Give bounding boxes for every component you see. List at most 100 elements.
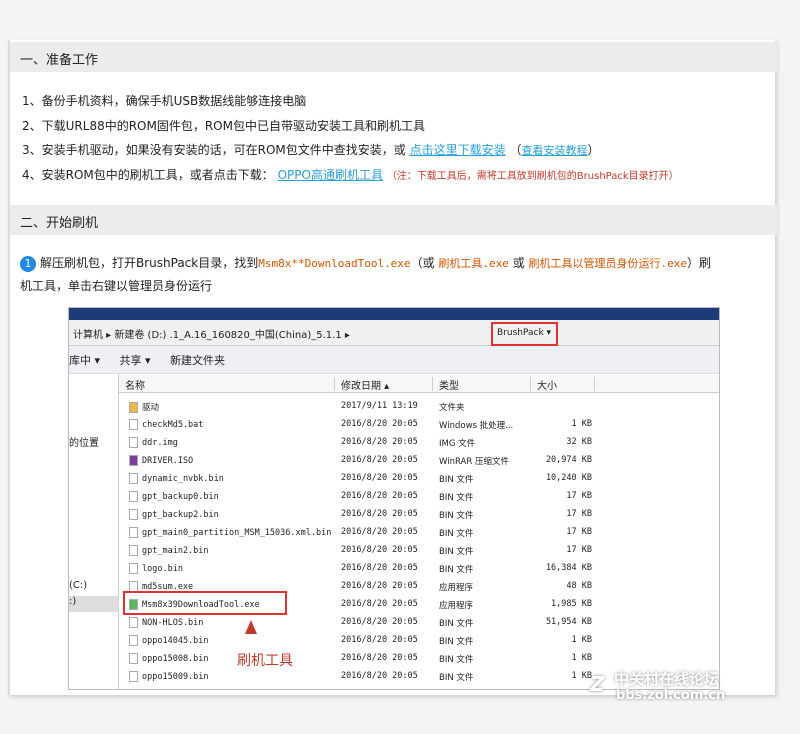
file-row[interactable]: gpt_main0_partition_MSM_15036.xml.bin 20… — [119, 523, 619, 541]
file-row[interactable]: oppo15008.bin 2016/8/20 20:05 BIN 文件 1 K… — [119, 649, 619, 667]
step-1: 1、备份手机资料，确保手机USB数据线能够连接电脑 — [22, 92, 306, 109]
nav-item[interactable]: 的位置 — [69, 434, 99, 449]
step-4-note: （注：下载工具后，需将工具放到刷机包的BrushPack目录打开） — [387, 171, 679, 182]
file-date: 2017/9/11 13:19 — [341, 401, 418, 411]
file-date: 2016/8/20 20:05 — [341, 635, 418, 645]
file-icon — [129, 545, 138, 556]
file-date: 2016/8/20 20:05 — [341, 455, 418, 465]
file-row[interactable]: gpt_main2.bin 2016/8/20 20:05 BIN 文件 17 … — [119, 541, 619, 559]
file-type: BIN 文件 — [439, 545, 473, 557]
nav-item[interactable]: (C:) — [69, 580, 87, 591]
file-name: 驱动 — [142, 403, 159, 413]
driver-download-link[interactable]: 点击这里下载安装 — [410, 143, 506, 157]
watermark-name: 中关村在线论坛 — [614, 668, 719, 689]
file-name: oppo14045.bin — [142, 636, 209, 646]
file-name: gpt_backup0.bin — [142, 492, 219, 502]
file-row[interactable]: 驱动 2017/9/11 13:19 文件夹 — [119, 397, 619, 415]
file-row[interactable]: NON-HLOS.bin 2016/8/20 20:05 BIN 文件 51,9… — [119, 613, 619, 631]
file-row[interactable]: gpt_backup0.bin 2016/8/20 20:05 BIN 文件 1… — [119, 487, 619, 505]
text: 或 — [509, 256, 529, 270]
file-row[interactable]: ddr.img 2016/8/20 20:05 IMG 文件 32 KB — [119, 433, 619, 451]
file-date: 2016/8/20 20:05 — [341, 473, 418, 483]
file-row[interactable]: oppo14045.bin 2016/8/20 20:05 BIN 文件 1 K… — [119, 631, 619, 649]
step-3: 3、安装手机驱动，如果没有安装的话，可在ROM包文件中查找安装，或 点击这里下载… — [22, 141, 599, 158]
file-date: 2016/8/20 20:05 — [341, 671, 418, 681]
file-date: 2016/8/20 20:05 — [341, 527, 418, 537]
file-size: 1 KB — [539, 653, 592, 663]
file-date: 2016/8/20 20:05 — [341, 437, 418, 447]
file-type: IMG 文件 — [439, 437, 475, 449]
file-size: 17 KB — [539, 491, 592, 501]
col-name[interactable]: 名称 — [119, 377, 335, 391]
file-date: 2016/8/20 20:05 — [341, 419, 418, 429]
file-size: 16,384 KB — [539, 563, 592, 573]
file-size: 51,954 KB — [539, 617, 592, 627]
step-2: 2、下载URL88中的ROM固件包，ROM包中已自带驱动安装工具和刷机工具 — [22, 117, 425, 134]
file-date: 2016/8/20 20:05 — [341, 617, 418, 627]
file-size: 48 KB — [539, 581, 592, 591]
file-row[interactable]: checkMd5.bat 2016/8/20 20:05 Windows 批处理… — [119, 415, 619, 433]
tool-name: 刷机工具.exe — [438, 257, 509, 270]
file-size: 1,985 KB — [539, 599, 592, 609]
annotation-label: 刷机工具 — [237, 650, 293, 670]
col-type[interactable]: 类型 — [433, 377, 531, 391]
file-type: BIN 文件 — [439, 473, 473, 485]
file-size: 1 KB — [539, 419, 592, 429]
file-row[interactable]: dynamic_nvbk.bin 2016/8/20 20:05 BIN 文件 … — [119, 469, 619, 487]
current-folder-highlight[interactable]: BrushPack ▾ — [491, 322, 558, 346]
file-size: 1 KB — [539, 671, 592, 681]
title-bar — [69, 308, 719, 320]
library-button[interactable]: 库中 ▾ — [69, 354, 100, 367]
file-type: BIN 文件 — [439, 509, 473, 521]
file-row[interactable]: logo.bin 2016/8/20 20:05 BIN 文件 16,384 K… — [119, 559, 619, 577]
file-type: 文件夹 — [439, 401, 465, 413]
install-tutorial-link[interactable]: 查看安装教程 — [521, 144, 587, 157]
file-icon — [129, 563, 138, 574]
file-row[interactable]: gpt_backup2.bin 2016/8/20 20:05 BIN 文件 1… — [119, 505, 619, 523]
file-icon — [129, 455, 138, 466]
file-type: 应用程序 — [439, 581, 473, 593]
nav-pane: 的位置 (C:) :) — [69, 374, 119, 690]
file-date: 2016/8/20 20:05 — [341, 653, 418, 663]
toolbar: 库中 ▾ 共享 ▾ 新建文件夹 — [69, 346, 719, 374]
file-name: logo.bin — [142, 564, 183, 574]
file-type: 应用程序 — [439, 599, 473, 611]
file-name: checkMd5.bat — [142, 420, 203, 430]
file-type: WinRAR 压缩文件 — [439, 455, 509, 467]
file-size: 32 KB — [539, 437, 592, 447]
file-row[interactable]: DRIVER.ISO 2016/8/20 20:05 WinRAR 压缩文件 2… — [119, 451, 619, 469]
text: 解压刷机包，打开BrushPack目录，找到 — [40, 256, 258, 270]
file-row[interactable]: oppo15009.bin 2016/8/20 20:05 BIN 文件 1 K… — [119, 667, 619, 685]
file-icon — [129, 653, 138, 664]
file-name: ddr.img — [142, 438, 178, 448]
zol-logo-icon: Z — [590, 672, 605, 696]
file-type: BIN 文件 — [439, 653, 473, 665]
file-icon — [129, 473, 138, 484]
explorer-screenshot: 计算机 ▸ 新建卷 (D:) .1_A.16_160820_中国(China)_… — [68, 307, 720, 690]
new-folder-button[interactable]: 新建文件夹 — [170, 354, 225, 367]
column-header: 名称 修改日期 ▴ 类型 大小 — [119, 375, 719, 393]
section-heading: 一、准备工作 — [10, 42, 777, 72]
file-date: 2016/8/20 20:05 — [341, 581, 418, 591]
file-size: 1 KB — [539, 635, 592, 645]
file-type: BIN 文件 — [439, 563, 473, 575]
file-type: BIN 文件 — [439, 527, 473, 539]
file-icon — [129, 491, 138, 502]
arrow-icon — [245, 620, 257, 634]
file-name: gpt_backup2.bin — [142, 510, 219, 520]
col-date[interactable]: 修改日期 ▴ — [335, 377, 433, 391]
tool-name: 刷机工具以管理员身份运行.exe — [529, 257, 688, 270]
share-button[interactable]: 共享 ▾ — [120, 354, 151, 367]
file-type: BIN 文件 — [439, 671, 473, 683]
col-size[interactable]: 大小 — [531, 377, 595, 391]
file-date: 2016/8/20 20:05 — [341, 599, 418, 609]
file-icon — [129, 527, 138, 538]
file-type: Windows 批处理... — [439, 419, 513, 431]
file-size: 10,240 KB — [539, 473, 592, 483]
nav-item[interactable]: :) — [69, 596, 119, 612]
address-bar[interactable]: 计算机 ▸ 新建卷 (D:) .1_A.16_160820_中国(China)_… — [69, 320, 719, 346]
tool-highlight-box — [123, 591, 287, 615]
file-icon — [129, 419, 138, 430]
flash-tool-link[interactable]: OPPO高通刷机工具 — [278, 168, 383, 182]
file-size: 17 KB — [539, 545, 592, 555]
